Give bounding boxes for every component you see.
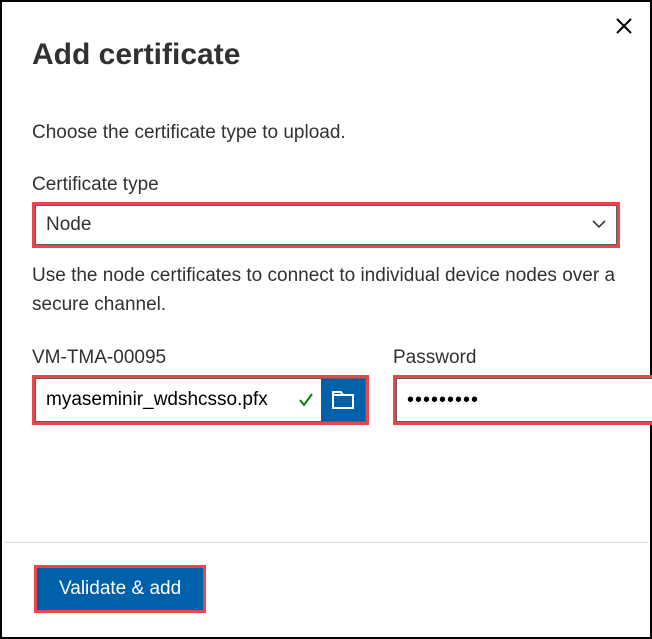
checkmark-icon <box>297 379 321 421</box>
validate-add-button[interactable]: Validate & add <box>37 568 203 610</box>
folder-icon <box>332 391 354 409</box>
cert-type-value: Node <box>46 214 91 236</box>
cert-type-highlight: Node <box>32 202 620 248</box>
file-highlight <box>32 375 369 425</box>
cert-type-dropdown[interactable]: Node <box>35 205 617 245</box>
password-highlight <box>393 375 652 425</box>
helper-text: Use the node certificates to connect to … <box>32 262 620 319</box>
close-icon <box>616 18 632 34</box>
footer: Validate & add <box>4 542 648 635</box>
password-label: Password <box>393 347 652 369</box>
validate-highlight: Validate & add <box>34 565 206 613</box>
node-label: VM-TMA-00095 <box>32 347 369 369</box>
password-input[interactable] <box>397 389 652 412</box>
close-button[interactable] <box>608 10 640 42</box>
browse-button[interactable] <box>321 379 365 421</box>
cert-type-label: Certificate type <box>32 174 620 196</box>
intro-text: Choose the certificate type to upload. <box>32 122 620 144</box>
file-name-input[interactable] <box>36 379 297 421</box>
chevron-down-icon <box>592 213 606 235</box>
page-title: Add certificate <box>32 38 620 72</box>
